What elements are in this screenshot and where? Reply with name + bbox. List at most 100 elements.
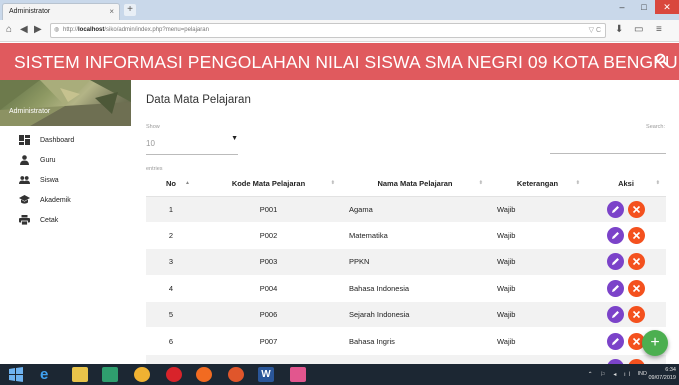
add-button[interactable]: + [642, 330, 668, 356]
cell-keterangan: Wajib [489, 195, 586, 223]
sidebar-item-label: Cetak [40, 217, 59, 224]
sidebar-item-label: Siswa [40, 177, 59, 184]
cell-no: 6 [146, 327, 196, 355]
bookmark-icon[interactable]: ▭ [634, 24, 643, 35]
edit-button[interactable] [607, 227, 624, 245]
sidebar-item-siswa[interactable]: Siswa [0, 174, 131, 194]
back-icon[interactable]: ◀ [20, 24, 28, 35]
cell-kode: P002 [196, 221, 341, 249]
column-header-keterangan[interactable]: Keterangan ⬍ [489, 172, 586, 197]
language-indicator[interactable]: IND [638, 371, 647, 377]
opera-icon[interactable] [166, 367, 182, 382]
column-header-aksi[interactable]: Aksi ⬍ [586, 172, 666, 197]
menu-icon[interactable]: ≡ [656, 24, 662, 35]
cell-nama: Matematika [341, 221, 489, 249]
reload-icon[interactable]: ▽ C [589, 24, 601, 37]
browser-tab[interactable]: Administrator × [2, 3, 120, 20]
sidebar-item-guru[interactable]: Guru [0, 154, 131, 174]
window-close-button[interactable]: ✕ [655, 0, 679, 14]
delete-button[interactable] [628, 200, 645, 218]
taskbar: e W ⌃ ⚐ ◂ ıl IND 6:34 09/07/2019 [0, 364, 679, 385]
ie-icon[interactable]: e [40, 367, 56, 382]
delete-button[interactable] [628, 306, 645, 324]
column-header-no[interactable]: No ▲ [146, 172, 196, 197]
group-icon [19, 176, 30, 184]
url-path: /siko/admin/index.php?menu=pelajaran [104, 27, 209, 33]
globe-icon: ◍ [54, 27, 60, 33]
sidebar-item-cetak[interactable]: Cetak [0, 214, 131, 234]
cell-aksi [586, 301, 666, 328]
close-icon [632, 311, 641, 319]
edit-button[interactable] [607, 332, 624, 350]
window-minimize-button[interactable]: – [611, 0, 633, 14]
system-tray-icons[interactable]: ⌃ ⚐ ◂ ıl [588, 371, 633, 378]
store-icon[interactable] [102, 367, 118, 382]
sidebar-item-akademik[interactable]: Akademik [0, 194, 131, 214]
column-label: Keterangan [516, 179, 559, 189]
table-row: 6 P007 Bahasa Ingris Wajib [146, 327, 666, 355]
delete-button[interactable] [628, 227, 645, 245]
file-explorer-icon[interactable] [72, 367, 88, 382]
edit-button[interactable] [607, 200, 624, 218]
sidebar-user-name: Administrator [9, 108, 51, 115]
sidebar-item-label: Dashboard [40, 137, 75, 144]
edit-button[interactable] [607, 306, 624, 324]
tab-close-icon[interactable]: × [109, 7, 114, 16]
cell-kode: P007 [196, 327, 341, 355]
forward-icon[interactable]: ▶ [34, 24, 42, 35]
cell-kode: P003 [196, 248, 341, 276]
cell-nama: Agama [341, 195, 489, 223]
show-label: Show [146, 124, 160, 130]
column-header-kode[interactable]: Kode Mata Pelajaran ⬍ [196, 172, 341, 197]
school-icon [19, 195, 30, 204]
sidebar: Administrator Dashboard Guru Siswa Akade… [0, 80, 131, 364]
sort-icon: ⬍ [655, 180, 660, 186]
sidebar-item-label: Akademik [40, 197, 71, 204]
window-maximize-button[interactable]: □ [633, 0, 655, 14]
address-bar[interactable]: ◍ http://localhost/siko/admin/index.php?… [50, 23, 606, 38]
person-icon [20, 155, 29, 165]
search-input[interactable] [550, 153, 666, 154]
app-header: SISTEM INFORMASI PENGOLAHAN NILAI SISWA … [0, 43, 679, 80]
download-icon[interactable]: ⬇ [615, 24, 623, 35]
cell-no: 2 [146, 221, 196, 249]
close-icon [632, 284, 641, 292]
search-icon[interactable] [655, 53, 669, 67]
cell-keterangan: Wajib [489, 301, 586, 328]
browser-app-icon[interactable] [228, 367, 244, 382]
delete-button[interactable] [628, 279, 645, 297]
cell-nama: PPKN [341, 248, 489, 276]
word-icon[interactable]: W [258, 367, 274, 382]
close-icon [632, 205, 641, 213]
column-label: Nama Mata Pelajaran [377, 179, 453, 189]
edit-button[interactable] [607, 253, 624, 271]
dashboard-icon [19, 135, 30, 145]
pencil-icon [612, 232, 619, 240]
firefox-icon[interactable] [196, 367, 212, 382]
edit-button[interactable] [607, 279, 624, 297]
chrome-icon[interactable] [134, 367, 150, 382]
cell-aksi [586, 195, 666, 223]
cell-nama: Bahasa Indonesia [341, 274, 489, 302]
cell-no: 4 [146, 274, 196, 302]
entries-select[interactable]: 10 ▼ [146, 133, 238, 155]
search-label: Search: [646, 124, 665, 130]
table-row: 3 P003 PPKN Wajib [146, 248, 666, 276]
clock-date: 09/07/2019 [648, 375, 676, 381]
home-icon[interactable]: ⌂ [6, 24, 12, 35]
sort-asc-icon: ▲ [185, 180, 190, 186]
browser-nav-bar: ⌂ ◀ ▶ ◍ http://localhost/siko/admin/inde… [0, 20, 679, 42]
sidebar-item-dashboard[interactable]: Dashboard [0, 134, 131, 154]
table-row: 4 P004 Bahasa Indonesia Wajib [146, 274, 666, 302]
print-icon [19, 215, 30, 225]
delete-button[interactable] [628, 253, 645, 271]
windows-start-icon[interactable] [8, 367, 24, 382]
column-header-nama[interactable]: Nama Mata Pelajaran ⬍ [341, 172, 489, 197]
clock[interactable]: 6:34 09/07/2019 [648, 366, 676, 382]
cell-no: 3 [146, 248, 196, 276]
sort-icon: ⬍ [330, 180, 335, 186]
new-tab-button[interactable]: + [124, 4, 136, 16]
sort-icon: ⬍ [478, 180, 483, 186]
media-app-icon[interactable] [290, 367, 306, 382]
banner-pattern [0, 80, 131, 126]
